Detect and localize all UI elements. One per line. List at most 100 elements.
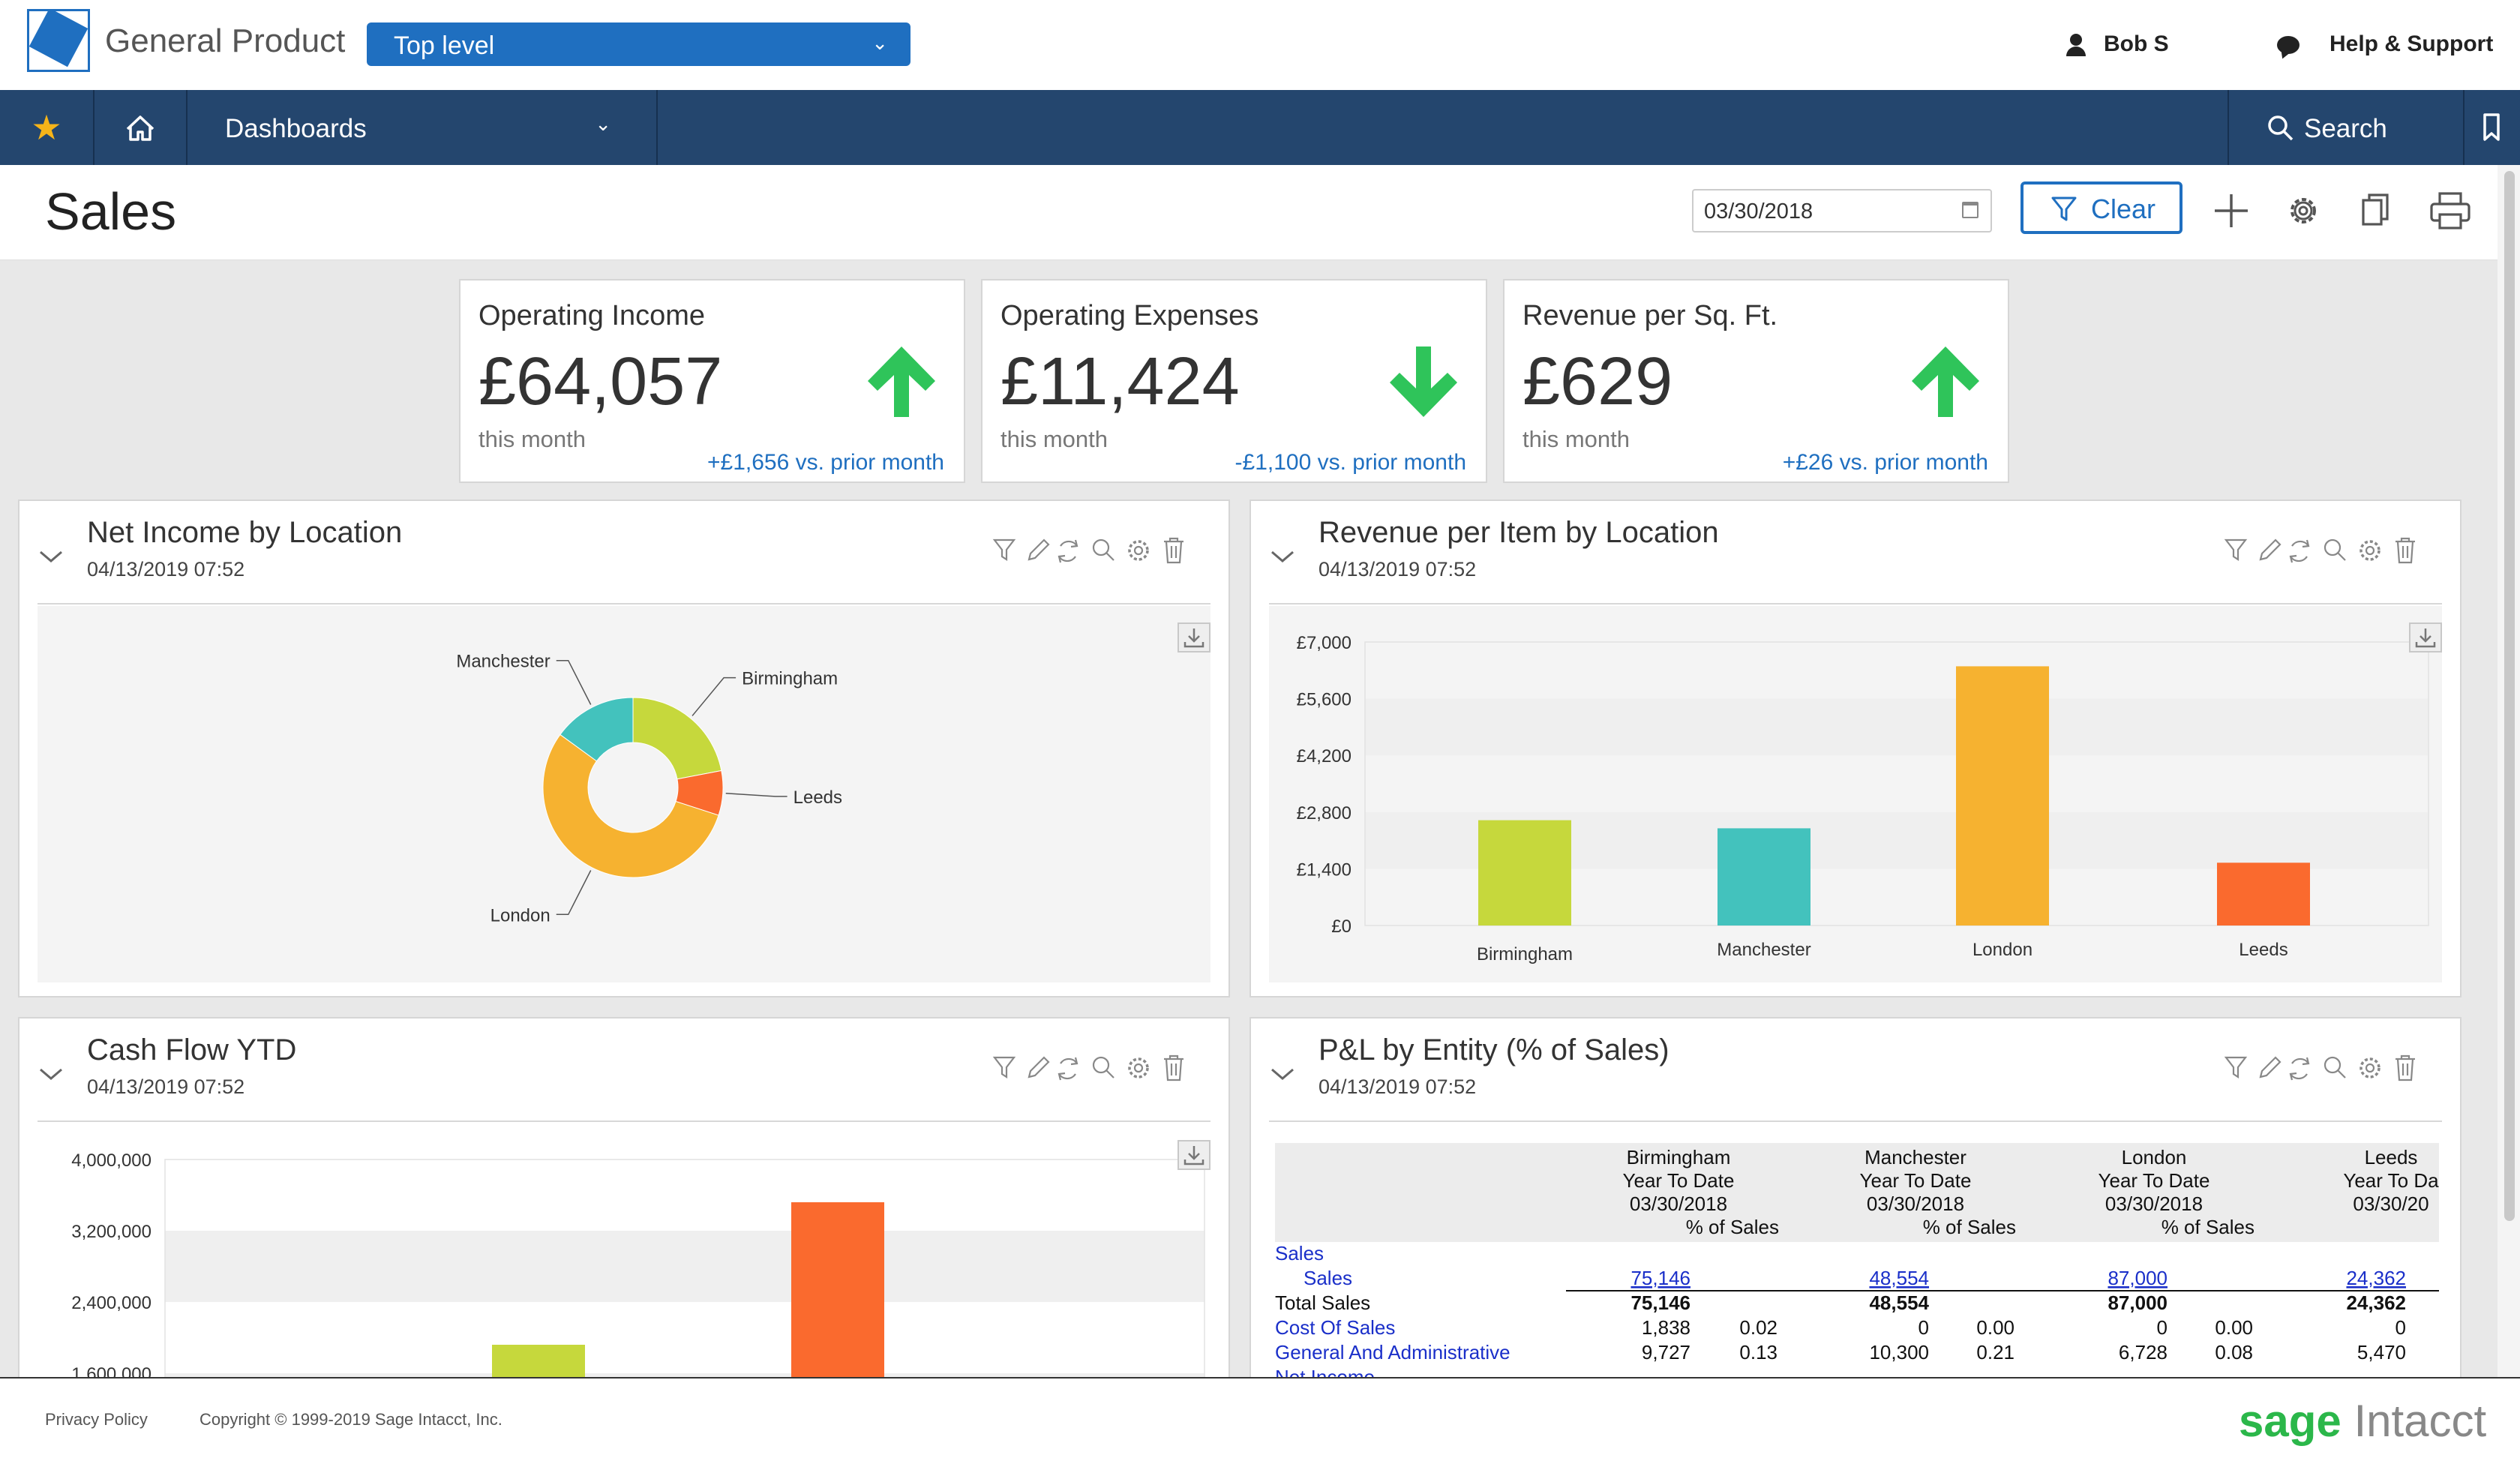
edit-icon[interactable] bbox=[2259, 538, 2282, 561]
refresh-icon[interactable] bbox=[2289, 539, 2310, 563]
calendar-icon[interactable] bbox=[1962, 202, 1978, 218]
company-logo[interactable] bbox=[27, 9, 90, 72]
chat-icon bbox=[2277, 36, 2300, 55]
page-scrollbar[interactable] bbox=[2498, 165, 2520, 1377]
column-header: 03/30/20 bbox=[2353, 1192, 2428, 1215]
search-icon[interactable] bbox=[1092, 1056, 1114, 1078]
copy-icon[interactable] bbox=[2356, 190, 2397, 231]
bar[interactable] bbox=[1956, 666, 2049, 926]
kpi-delta: -£1,100 vs. prior month bbox=[1234, 450, 1466, 475]
row-label[interactable]: Sales bbox=[1304, 1267, 1352, 1289]
search-icon[interactable] bbox=[1092, 538, 1114, 561]
collapse-chevron-icon[interactable] bbox=[38, 1065, 64, 1083]
as-of-date-input[interactable]: 03/30/2018 bbox=[1692, 189, 1992, 232]
gear-icon[interactable] bbox=[2360, 1058, 2380, 1078]
filter-icon[interactable] bbox=[2224, 1056, 2248, 1079]
search-icon[interactable] bbox=[2324, 1056, 2346, 1078]
privacy-policy-link[interactable]: Privacy Policy bbox=[45, 1410, 148, 1430]
kpi-operating-income[interactable]: Operating Income £64,057 this month +£1,… bbox=[459, 279, 965, 483]
kpi-title: Operating Income bbox=[478, 300, 706, 332]
add-icon[interactable] bbox=[2211, 190, 2252, 231]
download-button[interactable] bbox=[1178, 622, 1210, 652]
user-menu[interactable]: Bob S bbox=[2066, 32, 2169, 57]
trash-icon[interactable] bbox=[2396, 537, 2415, 564]
refresh-icon[interactable] bbox=[1058, 1057, 1078, 1081]
panel-pl-by-entity: P&L by Entity (% of Sales) 04/13/2019 07… bbox=[1250, 1017, 2462, 1392]
bar[interactable] bbox=[1718, 828, 1810, 926]
filter-icon[interactable] bbox=[992, 538, 1016, 562]
gear-icon[interactable] bbox=[2283, 190, 2324, 231]
favorites-button[interactable]: ★ bbox=[0, 90, 94, 165]
kpi-revenue-per-sqft[interactable]: Revenue per Sq. Ft. £629 this month +£26… bbox=[1503, 279, 2009, 483]
panel-toolbar bbox=[992, 1054, 1184, 1082]
table-cell[interactable]: 48,554 bbox=[1869, 1267, 1929, 1289]
column-header: Manchester bbox=[1864, 1146, 1966, 1168]
help-support-link[interactable]: Help & Support bbox=[2277, 32, 2493, 57]
gear-icon[interactable] bbox=[1128, 540, 1149, 561]
trash-icon[interactable] bbox=[2396, 1054, 2415, 1082]
collapse-chevron-icon[interactable] bbox=[38, 548, 64, 566]
gear-icon[interactable] bbox=[2360, 540, 2380, 561]
pie-slice[interactable] bbox=[632, 697, 722, 780]
entity-select[interactable]: Top level ⌄ bbox=[367, 22, 910, 66]
donut-chart: Birmingham Leeds London Manchester bbox=[456, 652, 842, 926]
footer: Privacy Policy Copyright © 1999-2019 Sag… bbox=[0, 1377, 2520, 1458]
column-header: Year To Da bbox=[2343, 1169, 2439, 1192]
bar[interactable] bbox=[2217, 862, 2310, 926]
print-icon[interactable] bbox=[2428, 190, 2472, 231]
edit-icon[interactable] bbox=[1028, 1056, 1050, 1078]
chart-area: Birmingham Leeds London Manchester bbox=[38, 606, 1210, 982]
download-button[interactable] bbox=[2409, 622, 2442, 652]
pie-label: Birmingham bbox=[742, 669, 838, 689]
table-header-band bbox=[1275, 1143, 2439, 1242]
trash-icon[interactable] bbox=[1164, 537, 1184, 564]
gear-icon[interactable] bbox=[1128, 1058, 1149, 1078]
filter-icon[interactable] bbox=[2224, 538, 2248, 562]
bar[interactable] bbox=[1478, 820, 1571, 926]
y-tick-label: £5,600 bbox=[1297, 690, 1352, 710]
edit-icon[interactable] bbox=[1028, 538, 1050, 561]
table-cell: 1,838 bbox=[1642, 1316, 1690, 1339]
collapse-chevron-icon[interactable] bbox=[1269, 1065, 1296, 1083]
refresh-icon[interactable] bbox=[2289, 1057, 2310, 1081]
trash-icon[interactable] bbox=[1164, 1054, 1184, 1082]
bookmark-button[interactable] bbox=[2463, 90, 2520, 165]
row-label[interactable]: Cost Of Sales bbox=[1275, 1316, 1395, 1339]
kpi-operating-expenses[interactable]: Operating Expenses £11,424 this month -£… bbox=[981, 279, 1487, 483]
search-icon[interactable] bbox=[2324, 538, 2346, 561]
refresh-icon[interactable] bbox=[1058, 539, 1078, 563]
dashboards-menu[interactable]: Dashboards ⌄ bbox=[188, 90, 658, 165]
kpi-delta: +£26 vs. prior month bbox=[1782, 450, 1988, 475]
row-label[interactable]: Sales bbox=[1275, 1242, 1324, 1264]
help-label: Help & Support bbox=[2330, 32, 2494, 56]
row-label[interactable]: General And Administrative bbox=[1275, 1341, 1510, 1364]
leader-line bbox=[556, 659, 592, 705]
column-header: Birmingham bbox=[1627, 1146, 1731, 1168]
download-icon bbox=[2415, 628, 2436, 648]
table-cell[interactable]: 75,146 bbox=[1630, 1267, 1690, 1289]
edit-icon[interactable] bbox=[2259, 1056, 2282, 1078]
table-cell[interactable]: 87,000 bbox=[2108, 1267, 2168, 1289]
scrollbar-thumb[interactable] bbox=[2504, 171, 2515, 1221]
clear-filters-button[interactable]: Clear bbox=[2020, 182, 2182, 234]
y-tick-label: £1,400 bbox=[1297, 860, 1352, 880]
chart-area: 4,000,0003,200,0002,400,0001,600,000800,… bbox=[38, 1124, 1210, 1390]
table-cell: 0.08 bbox=[2215, 1341, 2253, 1364]
user-icon bbox=[2066, 34, 2086, 57]
collapse-chevron-icon[interactable] bbox=[1269, 548, 1296, 566]
page-title: Sales bbox=[45, 182, 177, 241]
bar[interactable] bbox=[791, 1202, 884, 1392]
pl-table-area: Birmingham Year To Date 03/30/2018% of Sal… bbox=[1275, 1143, 2460, 1390]
download-button[interactable] bbox=[1178, 1140, 1210, 1170]
table-cell[interactable]: 24,362 bbox=[2346, 1267, 2406, 1289]
page-header: Sales 03/30/2018 Clear bbox=[0, 165, 2498, 260]
filter-icon[interactable] bbox=[992, 1056, 1016, 1079]
row-label: Total Sales bbox=[1275, 1292, 1370, 1314]
search-button[interactable]: Search bbox=[2228, 90, 2464, 165]
home-button[interactable] bbox=[94, 90, 188, 165]
y-tick-label: 4,000,000 bbox=[71, 1150, 152, 1171]
panel-title: Net Income by Location bbox=[87, 516, 403, 549]
table-cell: 9,727 bbox=[1642, 1341, 1690, 1364]
column-header: Year To Date bbox=[1623, 1169, 1735, 1192]
grid-band bbox=[165, 1231, 1204, 1302]
